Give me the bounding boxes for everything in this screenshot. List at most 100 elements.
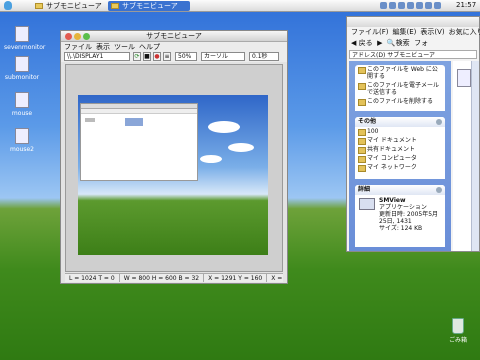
explorer-window: ファイル(F)編集(E)表示(V)お気に入り(A) ◀ 戻る ▶ 🔍検索 フォ … <box>346 16 480 252</box>
collapse-chevron-icon[interactable] <box>436 187 442 193</box>
viewer-menu-file[interactable]: ファイル <box>64 43 92 51</box>
clock: 21:57 <box>456 1 477 9</box>
explorer-menu-favorites[interactable]: お気に入り(A) <box>449 28 480 36</box>
details-size: サイズ: 124 KB <box>379 225 423 232</box>
other-item-100[interactable]: 100 <box>355 127 445 136</box>
record-button[interactable]: ● <box>153 52 161 61</box>
recycle-bin-label: ごみ箱 <box>448 337 467 344</box>
task-email[interactable]: このファイルを電子メールで送信する <box>355 81 445 97</box>
desktop-icon-label: mouse <box>11 110 33 117</box>
taskbar-tab-1-label: サブモニビューア <box>46 2 102 10</box>
taskbar-tab-1[interactable]: サブモニビューア <box>32 1 106 11</box>
app-icon <box>359 198 375 210</box>
other-item-shared-documents[interactable]: 共有ドキュメント <box>355 145 445 154</box>
folder-icon <box>35 3 43 9</box>
viewer-menu-help[interactable]: ヘルプ <box>139 43 160 51</box>
details-body: SMView アプリケーション 更新日時: 2005年5月25日, 1431 サ… <box>355 195 445 232</box>
viewer-title: サブモニビューア <box>146 32 202 40</box>
interval-select[interactable]: 0.1秒 <box>249 52 279 61</box>
viewer-menu-tools[interactable]: ツール <box>114 43 135 51</box>
explorer-menu-view[interactable]: 表示(V) <box>420 28 444 36</box>
status-left-top: L = 1024 T = 0 <box>65 274 120 282</box>
tray-icon-5[interactable] <box>416 2 423 9</box>
zoom-icon[interactable] <box>83 33 90 40</box>
taskbar-tab-2-active[interactable]: サブモニビューア <box>108 1 190 11</box>
zoom-select[interactable]: 50% <box>175 52 197 61</box>
preview-inner-window <box>80 103 198 181</box>
tray-icon-6[interactable] <box>425 2 432 9</box>
top-menu-bar: サブモニビューア サブモニビューア 21:57 <box>0 0 480 12</box>
apple-menu-icon[interactable] <box>4 1 12 10</box>
display-select[interactable]: \\.\DISPLAY1 <box>64 52 130 61</box>
address-bar[interactable]: アドレス(D) サブモニビューア <box>349 50 477 59</box>
file-tasks-panel: このファイルを Web に公開する このファイルを電子メールで送信する このファ… <box>355 65 445 111</box>
task-pane: このファイルを Web に公開する このファイルを電子メールで送信する このファ… <box>349 61 451 251</box>
refresh-button[interactable]: ⟳ <box>133 52 141 61</box>
tray-icon-3[interactable] <box>398 2 405 9</box>
vertical-scrollbar[interactable] <box>471 61 479 251</box>
viewer-titlebar[interactable]: サブモニビューア <box>61 31 287 42</box>
recycle-bin[interactable]: ごみ箱 <box>444 318 472 344</box>
search-label: 検索 <box>395 39 410 47</box>
status-bar: L = 1024 T = 0W = 800 H = 600 B = 32 X = … <box>65 273 283 282</box>
other-item-my-computer[interactable]: マイ コンピュータ <box>355 154 445 163</box>
search-button[interactable]: 🔍検索 <box>387 39 410 47</box>
tray-icon-1[interactable] <box>380 2 387 9</box>
other-item-my-network[interactable]: マイ ネットワーク <box>355 163 445 172</box>
desktop-icon-label: sevenmonitor <box>4 44 46 51</box>
document-icon <box>15 128 29 144</box>
other-item-my-documents[interactable]: マイ ドキュメント <box>355 136 445 145</box>
desktop-icon-label: submonitor <box>4 74 40 81</box>
explorer-menu-file[interactable]: ファイル(F) <box>351 28 389 36</box>
task-publish-web[interactable]: このファイルを Web に公開する <box>355 65 445 81</box>
folders-button[interactable]: フォ <box>414 39 428 47</box>
preview-inner-toolbar <box>81 109 197 114</box>
minimize-icon[interactable] <box>74 33 81 40</box>
explorer-menu-edit[interactable]: 編集(E) <box>393 28 417 36</box>
collapse-chevron-icon[interactable] <box>436 119 442 125</box>
desktop-icon-mouse[interactable]: mouse <box>4 92 40 117</box>
recycle-bin-icon <box>452 318 464 334</box>
app-icon <box>111 3 119 9</box>
stop-button[interactable]: ■ <box>143 52 151 61</box>
file-icon[interactable] <box>457 69 471 87</box>
cloud <box>200 155 222 163</box>
task-delete[interactable]: このファイルを削除する <box>355 97 445 106</box>
document-icon <box>15 92 29 108</box>
explorer-toolbar: ◀ 戻る ▶ 🔍検索 フォ <box>347 37 479 49</box>
close-icon[interactable] <box>65 33 72 40</box>
desktop-icon-submonitor[interactable]: submonitor <box>4 56 40 81</box>
explorer-titlebar[interactable] <box>347 17 479 27</box>
explorer-menu: ファイル(F) 編集(E)表示(V) お気に入り(A) <box>347 27 480 37</box>
status-size: W = 800 H = 600 B = 32 <box>120 274 205 282</box>
details-name: SMView <box>379 197 406 204</box>
preview-inner-text <box>85 118 95 122</box>
tray-icon-7[interactable] <box>434 2 441 9</box>
desktop-icon-mouse2[interactable]: mouse2 <box>4 128 40 153</box>
screen-preview[interactable] <box>65 64 283 272</box>
forward-button[interactable]: ▶ <box>377 39 382 47</box>
other-places-panel: その他 100 マイ ドキュメント 共有ドキュメント マイ コンピュータ マイ … <box>355 117 445 179</box>
address-value: サブモニビューア <box>387 52 435 59</box>
cloud <box>208 121 240 133</box>
tray-icon-2[interactable] <box>389 2 396 9</box>
desktop-icon-label: mouse2 <box>10 146 34 153</box>
taskbar-tab-2-label: サブモニビューア <box>122 2 178 10</box>
viewer-menu: ファイル 表示 ツール ヘルプ <box>61 42 287 52</box>
document-icon <box>15 56 29 72</box>
viewer-window: サブモニビューア ファイル 表示 ツール ヘルプ \\.\DISPLAY1 ⟳ ■ ●… <box>60 30 288 284</box>
other-places-header[interactable]: その他 <box>355 117 445 127</box>
document-icon <box>15 26 29 42</box>
tray-icon-4[interactable] <box>407 2 414 9</box>
viewer-toolbar: \\.\DISPLAY1 ⟳ ■ ● ≡ 50% カーソル 0.1秒 <box>61 52 287 62</box>
status-cursor-local: X = 217 Y = 160 <box>267 274 283 282</box>
cursor-select[interactable]: カーソル <box>201 52 245 61</box>
system-tray <box>380 2 443 11</box>
settings-button[interactable]: ≡ <box>163 52 171 61</box>
details-type: アプリケーション <box>379 204 427 211</box>
desktop-icon-sevenmonitor[interactable]: sevenmonitor <box>4 26 46 51</box>
viewer-menu-view[interactable]: 表示 <box>96 43 110 51</box>
back-button[interactable]: ◀ 戻る <box>351 39 373 47</box>
wallpaper-preview <box>78 95 268 255</box>
details-header[interactable]: 詳細 <box>355 185 445 195</box>
